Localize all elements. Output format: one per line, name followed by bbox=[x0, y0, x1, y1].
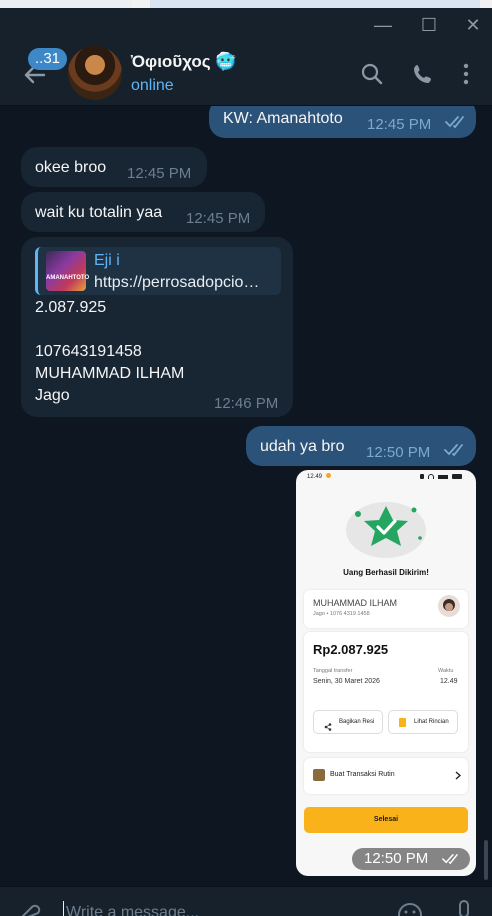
background-window-strip bbox=[0, 0, 492, 8]
message-list[interactable]: KW: Amanahtoto 12:45 PM okee broo 12:45 … bbox=[0, 106, 492, 886]
close-button[interactable]: ✕ bbox=[462, 14, 484, 36]
chat-header: ..31 Ὀφιοῦχος 🥶 online bbox=[0, 40, 492, 106]
telegram-chat-window: — ☐ ✕ ..31 Ὀφιοῦχος 🥶 online KW: Amanaht… bbox=[0, 0, 492, 916]
routine-transaction-row[interactable]: Buat Transaksi Rutin bbox=[304, 758, 468, 794]
message-bubble-incoming-reply[interactable]: AMANAHTOTO Eji i https://perrosadopcio… … bbox=[21, 237, 293, 417]
message-bubble-incoming[interactable]: okee broo 12:45 PM bbox=[21, 147, 207, 187]
maximize-button[interactable]: ☐ bbox=[418, 14, 440, 36]
message-bubble-outgoing[interactable]: KW: Amanahtoto 12:45 PM bbox=[209, 106, 476, 138]
reply-link-text: https://perrosadopcio… bbox=[94, 274, 260, 291]
reply-thumbnail: AMANAHTOTO bbox=[46, 251, 89, 291]
done-button[interactable]: Selesai bbox=[304, 807, 468, 833]
reply-preview[interactable]: AMANAHTOTO Eji i https://perrosadopcio… bbox=[35, 247, 281, 295]
attach-paperclip-icon[interactable] bbox=[18, 901, 44, 916]
recipient-name: MUHAMMAD ILHAM bbox=[313, 598, 398, 608]
chevron-right-icon bbox=[455, 771, 461, 780]
calendar-icon bbox=[313, 769, 325, 781]
message-line: MUHAMMAD ILHAM bbox=[35, 365, 185, 382]
date-label: Tanggal transfer bbox=[313, 668, 353, 674]
search-icon[interactable] bbox=[360, 62, 384, 86]
chat-status: online bbox=[131, 77, 174, 94]
scrollbar[interactable] bbox=[484, 840, 488, 880]
unread-count-badge: ..31 bbox=[28, 48, 68, 70]
message-text: udah ya bro bbox=[260, 438, 345, 455]
share-receipt-button[interactable]: Bagikan Resi bbox=[313, 710, 383, 734]
image-time-badge: 12:50 PM bbox=[352, 848, 470, 870]
receipt-title: Uang Berhasil Dikirim! bbox=[343, 568, 429, 577]
message-bubble-incoming[interactable]: wait ku totalin yaa 12:45 PM bbox=[21, 192, 265, 232]
recipient-card: MUHAMMAD ILHAM Jago • 1076 4319 1458 bbox=[304, 590, 468, 628]
read-double-check-icon bbox=[442, 854, 458, 865]
message-time: 12:46 PM bbox=[214, 395, 279, 412]
success-star-check-icon bbox=[346, 502, 426, 558]
message-time: 12:45 PM bbox=[186, 210, 251, 227]
chat-title[interactable]: Ὀφιοῦχος 🥶 bbox=[131, 52, 237, 72]
date-value: Senin, 30 Maret 2026 bbox=[313, 678, 380, 685]
message-line: 107643191458 bbox=[35, 343, 142, 360]
title-bar: — ☐ ✕ bbox=[0, 8, 492, 40]
routine-label: Buat Transaksi Rutin bbox=[330, 771, 395, 778]
amount-card: Rp2.087.925 Tanggal transfer Senin, 30 M… bbox=[304, 632, 468, 752]
image-message-receipt[interactable]: 12.49 Uang Berhasil Dikirim! MUHAMMAD IL… bbox=[296, 470, 476, 876]
message-time: 12:50 PM bbox=[366, 444, 431, 461]
message-time: 12:45 PM bbox=[367, 116, 432, 133]
message-time: 12:45 PM bbox=[127, 165, 192, 182]
time-label: Waktu bbox=[438, 668, 454, 674]
read-double-check-icon bbox=[444, 444, 463, 457]
time-value: 12.49 bbox=[440, 678, 458, 685]
message-bubble-outgoing[interactable]: udah ya bro 12:50 PM bbox=[246, 426, 476, 466]
document-icon bbox=[399, 718, 406, 727]
phone-status-bar: 12.49 bbox=[296, 470, 476, 484]
recipient-account: Jago • 1076 4319 1458 bbox=[313, 611, 370, 617]
reply-sender-name: Eji i bbox=[94, 252, 120, 269]
message-composer: Write a message... bbox=[0, 886, 492, 916]
avatar[interactable] bbox=[68, 46, 122, 100]
emoji-icon[interactable] bbox=[396, 901, 424, 916]
text-caret bbox=[63, 901, 64, 916]
more-options-icon[interactable] bbox=[454, 62, 478, 86]
message-line: 2.087.925 bbox=[35, 299, 107, 316]
view-details-button[interactable]: Lihat Rincian bbox=[388, 710, 458, 734]
transfer-amount: Rp2.087.925 bbox=[313, 642, 389, 657]
recipient-avatar bbox=[438, 595, 460, 617]
message-line: Jago bbox=[35, 387, 70, 404]
minimize-button[interactable]: — bbox=[372, 14, 394, 36]
microphone-icon[interactable] bbox=[454, 899, 474, 916]
share-icon bbox=[324, 719, 332, 731]
message-text: wait ku totalin yaa bbox=[35, 204, 163, 221]
message-text: KW: Amanahtoto bbox=[223, 110, 343, 127]
message-input[interactable]: Write a message... bbox=[66, 902, 366, 916]
phone-icon[interactable] bbox=[411, 62, 435, 86]
message-text: okee broo bbox=[35, 159, 107, 176]
read-double-check-icon bbox=[445, 116, 464, 129]
